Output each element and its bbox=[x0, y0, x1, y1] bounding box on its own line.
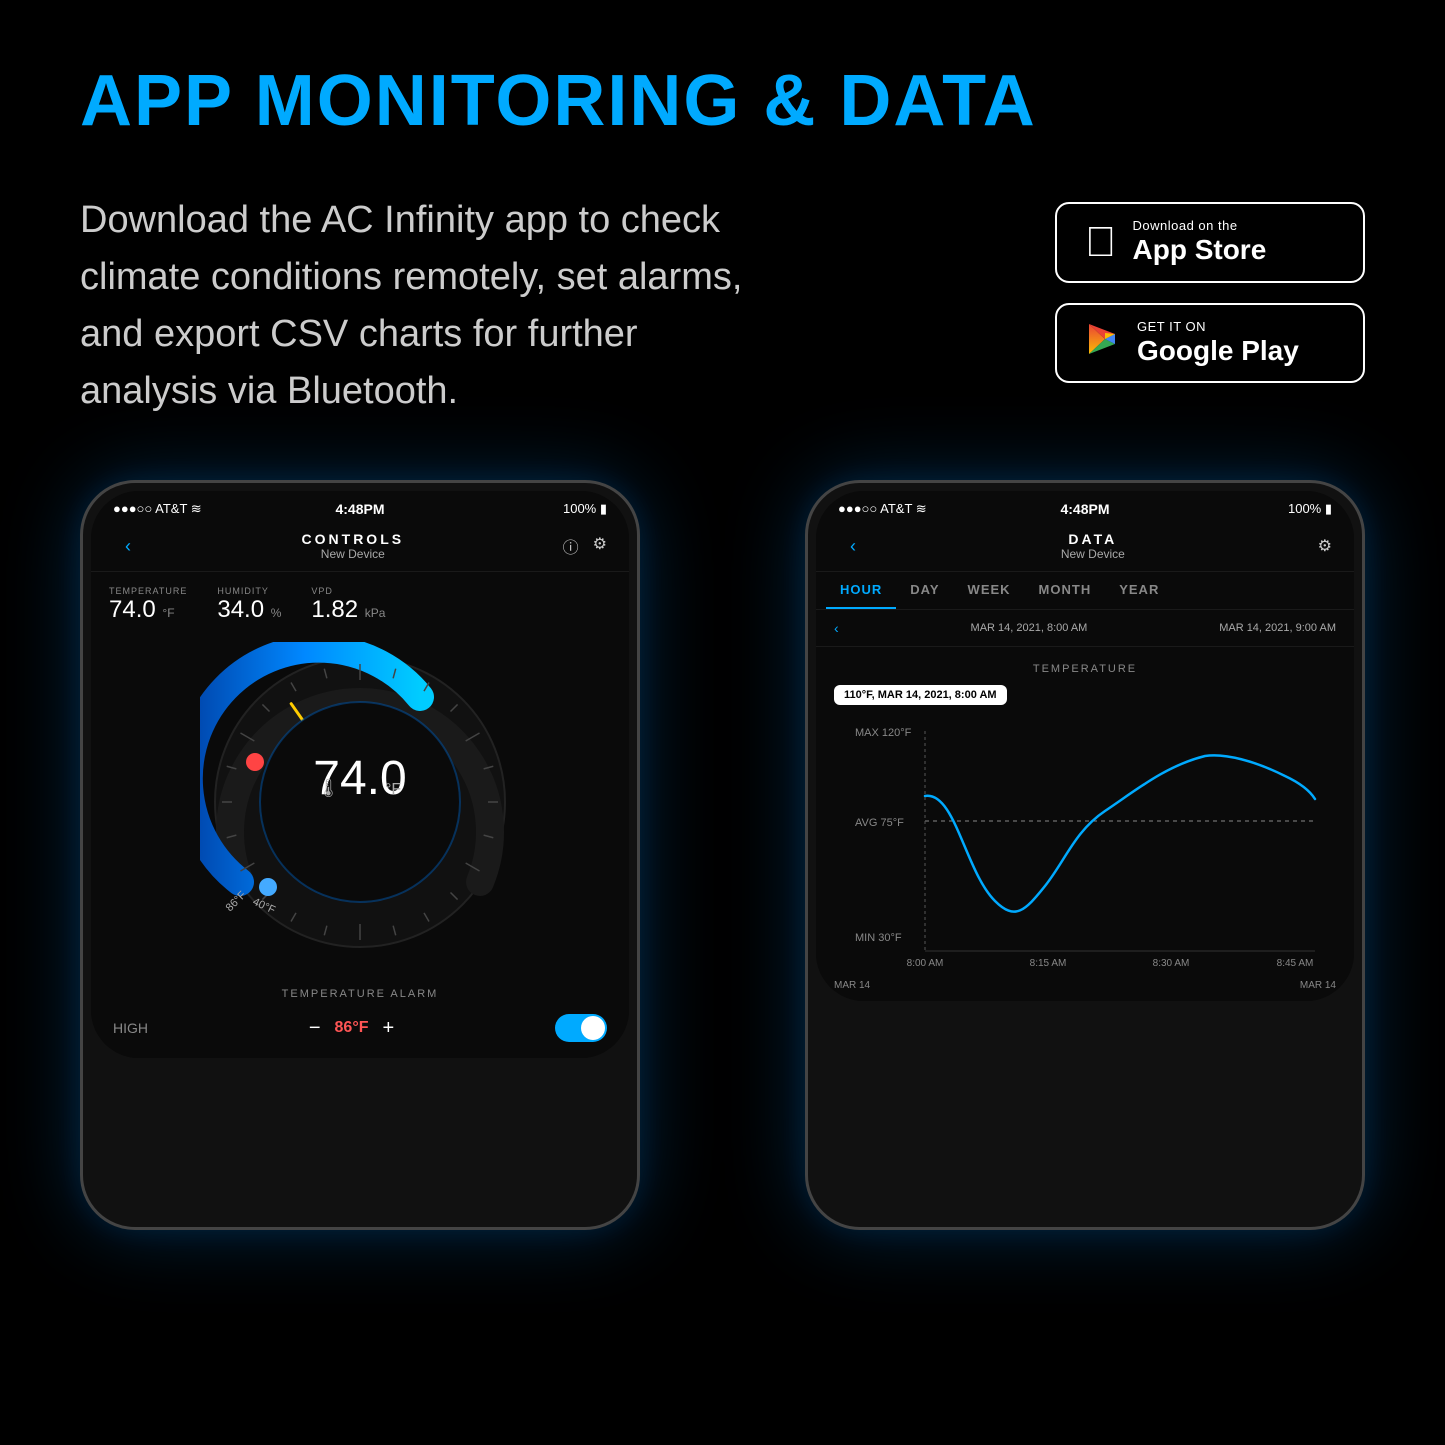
date-label-1: MAR 14 bbox=[834, 980, 870, 991]
humidity-metric: HUMIDITY 34.0 % bbox=[217, 586, 281, 624]
date-prev-arrow[interactable]: ‹ bbox=[834, 620, 839, 636]
controls-status-right: 100% ▮ bbox=[563, 501, 607, 517]
svg-text:8:15 AM: 8:15 AM bbox=[1030, 958, 1067, 969]
apple-store-button[interactable]:  Download on the App Store bbox=[1055, 202, 1365, 283]
data-back-icon[interactable]: ‹ bbox=[838, 536, 868, 557]
svg-text:°F: °F bbox=[385, 781, 401, 798]
settings-icon[interactable]: ⚙ bbox=[593, 534, 607, 558]
apple-icon:  bbox=[1085, 221, 1117, 263]
date-end: MAR 14, 2021, 9:00 AM bbox=[1219, 622, 1336, 634]
svg-text:MAX 120°F: MAX 120°F bbox=[855, 727, 912, 739]
data-settings-icon[interactable]: ⚙ bbox=[1318, 536, 1332, 556]
phone-controls-screen: ●●●○○ AT&T ≋ 4:48PM 100% ▮ ‹ CONTROLS Ne… bbox=[91, 491, 629, 1058]
google-play-button[interactable]: GET IT ON Google Play bbox=[1055, 303, 1365, 384]
svg-text:MIN 30°F: MIN 30°F bbox=[855, 932, 902, 944]
data-status-time: 4:48PM bbox=[1060, 501, 1109, 517]
vpd-metric: VPD 1.82 kPa bbox=[311, 586, 385, 624]
google-play-icon bbox=[1085, 321, 1121, 364]
description-text: Download the AC Infinity app to check cl… bbox=[80, 192, 760, 420]
controls-nav-title: CONTROLS New Device bbox=[143, 531, 563, 561]
svg-text:8:00 AM: 8:00 AM bbox=[907, 958, 944, 969]
controls-nav-bar: ‹ CONTROLS New Device ⓘ ⚙ bbox=[91, 523, 629, 572]
alarm-row: HIGH − 86°F + bbox=[113, 1014, 607, 1042]
controls-back-icon[interactable]: ‹ bbox=[113, 536, 143, 557]
date-label-4: MAR 14 bbox=[1300, 980, 1336, 991]
temperature-metric: TEMPERATURE 74.0 °F bbox=[109, 586, 187, 624]
info-icon[interactable]: ⓘ bbox=[563, 534, 579, 558]
vpd-value: 1.82 kPa bbox=[311, 596, 385, 624]
phone-controls: ●●●○○ AT&T ≋ 4:48PM 100% ▮ ‹ CONTROLS Ne… bbox=[80, 480, 640, 1230]
vpd-label: VPD bbox=[311, 586, 385, 596]
apple-store-small-text: Download on the bbox=[1133, 218, 1267, 233]
data-status-right: 100% ▮ bbox=[1288, 501, 1332, 517]
data-nav-title: DATA New Device bbox=[868, 531, 1318, 561]
tab-year[interactable]: YEAR bbox=[1105, 572, 1173, 609]
tab-month[interactable]: MONTH bbox=[1025, 572, 1106, 609]
data-nav-bar: ‹ DATA New Device ⚙ bbox=[816, 523, 1354, 572]
controls-metrics: TEMPERATURE 74.0 °F HUMIDITY 34.0 % bbox=[91, 572, 629, 632]
alarm-toggle[interactable] bbox=[555, 1014, 607, 1042]
temp-value: 74.0 °F bbox=[109, 596, 187, 624]
alarm-plus-button[interactable]: + bbox=[382, 1017, 394, 1040]
data-status-left: ●●●○○ AT&T ≋ bbox=[838, 501, 927, 517]
controls-status-left: ●●●○○ AT&T ≋ bbox=[113, 501, 202, 517]
tab-hour[interactable]: HOUR bbox=[826, 572, 896, 609]
date-start: MAR 14, 2021, 8:00 AM bbox=[971, 622, 1088, 634]
svg-text:8:30 AM: 8:30 AM bbox=[1153, 958, 1190, 969]
google-play-big-text: Google Play bbox=[1137, 334, 1299, 368]
svg-text:🌡: 🌡 bbox=[317, 778, 340, 798]
google-play-small-text: GET IT ON bbox=[1137, 319, 1299, 334]
phone-data: ●●●○○ AT&T ≋ 4:48PM 100% ▮ ‹ DATA New De… bbox=[805, 480, 1365, 1230]
alarm-controls: − 86°F + bbox=[309, 1017, 394, 1040]
data-subtitle: New Device bbox=[868, 547, 1318, 561]
temp-label: TEMPERATURE bbox=[109, 586, 187, 596]
gauge-svg: 74.0 °F 🌡 86°F 40°F bbox=[200, 642, 520, 962]
alarm-minus-button[interactable]: − bbox=[309, 1017, 321, 1040]
alarm-high-value: 86°F bbox=[335, 1019, 369, 1037]
chart-tooltip: 110°F, MAR 14, 2021, 8:00 AM bbox=[834, 685, 1007, 705]
controls-status-time: 4:48PM bbox=[335, 501, 384, 517]
alarm-high-label: HIGH bbox=[113, 1020, 148, 1036]
data-title: DATA bbox=[868, 531, 1318, 547]
temperature-gauge: 74.0 °F 🌡 86°F 40°F bbox=[91, 632, 629, 972]
chart-section: TEMPERATURE 110°F, MAR 14, 2021, 8:00 AM… bbox=[816, 647, 1354, 1001]
phones-section: ●●●○○ AT&T ≋ 4:48PM 100% ▮ ‹ CONTROLS Ne… bbox=[80, 480, 1365, 1230]
temperature-chart: MAX 120°F AVG 75°F MIN 30°F 8 bbox=[834, 711, 1336, 971]
controls-subtitle: New Device bbox=[143, 547, 563, 561]
humidity-value: 34.0 % bbox=[217, 596, 281, 624]
tab-day[interactable]: DAY bbox=[896, 572, 953, 609]
x-date-labels: MAR 14 MAR 14 bbox=[834, 976, 1336, 991]
apple-store-big-text: App Store bbox=[1133, 233, 1267, 267]
controls-title: CONTROLS bbox=[143, 531, 563, 547]
tab-week[interactable]: WEEK bbox=[954, 572, 1025, 609]
controls-nav-right-icons: ⓘ ⚙ bbox=[563, 534, 607, 558]
alarm-section: TEMPERATURE ALARM HIGH − 86°F + bbox=[91, 972, 629, 1058]
chart-title: TEMPERATURE bbox=[834, 663, 1336, 675]
data-status-bar: ●●●○○ AT&T ≋ 4:48PM 100% ▮ bbox=[816, 491, 1354, 523]
page-container: APP MONITORING & DATA Download the AC In… bbox=[0, 0, 1445, 1445]
apple-store-text: Download on the App Store bbox=[1133, 218, 1267, 267]
phone-data-screen: ●●●○○ AT&T ≋ 4:48PM 100% ▮ ‹ DATA New De… bbox=[816, 491, 1354, 1001]
page-title: APP MONITORING & DATA bbox=[80, 60, 1365, 142]
data-nav-right-icons: ⚙ bbox=[1318, 536, 1332, 556]
toggle-knob bbox=[581, 1016, 605, 1040]
google-play-text: GET IT ON Google Play bbox=[1137, 319, 1299, 368]
app-buttons:  Download on the App Store bbox=[1055, 202, 1365, 383]
svg-text:AVG 75°F: AVG 75°F bbox=[855, 817, 904, 829]
data-tabs: HOUR DAY WEEK MONTH YEAR bbox=[816, 572, 1354, 610]
date-nav: ‹ MAR 14, 2021, 8:00 AM MAR 14, 2021, 9:… bbox=[816, 610, 1354, 647]
top-section: Download the AC Infinity app to check cl… bbox=[80, 192, 1365, 420]
humidity-label: HUMIDITY bbox=[217, 586, 281, 596]
svg-text:8:45 AM: 8:45 AM bbox=[1277, 958, 1314, 969]
alarm-title: TEMPERATURE ALARM bbox=[113, 988, 607, 1000]
controls-status-bar: ●●●○○ AT&T ≋ 4:48PM 100% ▮ bbox=[91, 491, 629, 523]
